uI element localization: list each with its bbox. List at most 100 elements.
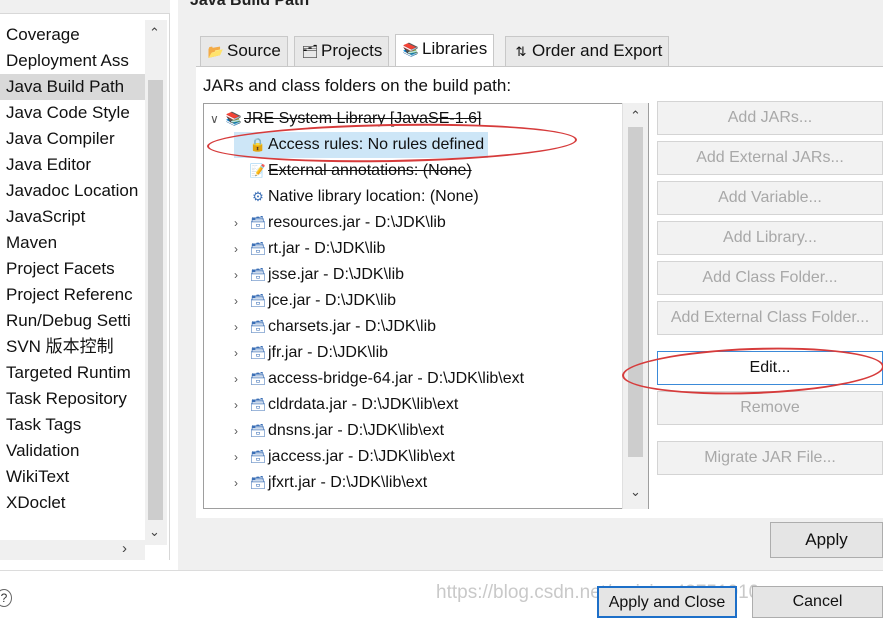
tree-node-jar[interactable]: › 🗃 cldrdata.jar - D:\JDK\lib\ext	[234, 392, 458, 418]
category-item[interactable]: Targeted Runtim	[0, 360, 148, 386]
category-item[interactable]: Task Tags	[0, 412, 148, 438]
add-variable-button[interactable]: Add Variable...	[657, 181, 883, 215]
tree-node-label: access-bridge-64.jar - D:\JDK\lib\ext	[268, 370, 525, 387]
annotations-icon: 📝	[249, 163, 267, 178]
category-item[interactable]: Validation	[0, 438, 148, 464]
category-item[interactable]: Java Code Style	[0, 100, 148, 126]
library-icon: 📚	[225, 111, 243, 126]
expand-right-icon[interactable]: ›	[234, 314, 248, 340]
category-item[interactable]: JavaScript	[0, 204, 148, 230]
category-item[interactable]: Javadoc Location	[0, 178, 148, 204]
expand-right-icon[interactable]: ›	[234, 236, 248, 262]
jar-icon: 🗃	[249, 345, 267, 360]
tree-node-annotations[interactable]: 📝 External annotations: (None)	[234, 158, 472, 184]
add-library-button[interactable]: Add Library...	[657, 221, 883, 255]
apply-and-close-button[interactable]: Apply and Close	[597, 586, 737, 618]
expand-right-icon[interactable]: ›	[234, 418, 248, 444]
category-item[interactable]: Java Build Path	[0, 74, 148, 100]
tree-node-jar[interactable]: › 🗃 jsse.jar - D:\JDK\lib	[234, 262, 404, 288]
tree-vertical-scrollbar[interactable]: ⌃ ⌄	[622, 103, 648, 509]
jar-icon: 🗃	[249, 475, 267, 490]
tree-node-jar[interactable]: › 🗃 charsets.jar - D:\JDK\lib	[234, 314, 436, 340]
tab-label: Libraries	[422, 39, 488, 58]
category-item[interactable]: Java Editor	[0, 152, 148, 178]
scroll-up-icon[interactable]: ⌃	[149, 26, 160, 40]
expand-right-icon[interactable]: ›	[234, 470, 248, 496]
tree-node-jar[interactable]: › 🗃 jaccess.jar - D:\JDK\lib\ext	[234, 444, 455, 470]
category-item[interactable]: XDoclet	[0, 490, 148, 516]
scroll-down-icon[interactable]: ⌄	[149, 525, 160, 539]
edit-button[interactable]: Edit...	[657, 351, 883, 385]
category-horizontal-scrollbar[interactable]: ›	[0, 540, 145, 560]
add-jars-button[interactable]: Add JARs...	[657, 101, 883, 135]
tree-node-jar[interactable]: › 🗃 jfxrt.jar - D:\JDK\lib\ext	[234, 470, 427, 496]
expand-right-icon[interactable]: ›	[234, 210, 248, 236]
jar-icon: 🗃	[249, 293, 267, 308]
category-panel-header	[0, 0, 170, 14]
add-class-folder-button[interactable]: Add Class Folder...	[657, 261, 883, 295]
tree-node-label: charsets.jar - D:\JDK\lib	[268, 318, 437, 335]
expand-right-icon[interactable]: ›	[234, 340, 248, 366]
add-external-class-folder-button[interactable]: Add External Class Folder...	[657, 301, 883, 335]
tree-node-label: External annotations: (None)	[268, 162, 472, 179]
expand-right-icon[interactable]: ›	[234, 392, 248, 418]
access-rules-icon: 🔒	[249, 137, 267, 152]
expand-right-icon[interactable]: ›	[234, 288, 248, 314]
add-external-jars-button[interactable]: Add External JARs...	[657, 141, 883, 175]
tab-source[interactable]: 📂 Source	[200, 36, 288, 66]
tree-node-jar[interactable]: › 🗃 access-bridge-64.jar - D:\JDK\lib\ext	[234, 366, 524, 392]
category-item[interactable]: Maven	[0, 230, 148, 256]
category-item[interactable]: Coverage	[0, 22, 148, 48]
tab-order-and-export[interactable]: ⇅ Order and Export	[505, 36, 670, 66]
tree-node-jar[interactable]: › 🗃 dnsns.jar - D:\JDK\lib\ext	[234, 418, 444, 444]
category-item[interactable]: Project Referenc	[0, 282, 148, 308]
tree-node-jar[interactable]: › 🗃 jce.jar - D:\JDK\lib	[234, 288, 396, 314]
tree-node-jre-library[interactable]: ∨ 📚 JRE System Library [JavaSE-1.6]	[210, 106, 481, 132]
category-scroll-thumb[interactable]	[148, 80, 163, 520]
tree-node-label: Native library location: (None)	[268, 188, 479, 205]
category-vertical-scrollbar[interactable]: ⌃ ⌄	[145, 20, 167, 545]
category-item[interactable]: SVN 版本控制	[0, 334, 148, 360]
migrate-jar-button[interactable]: Migrate JAR File...	[657, 441, 883, 475]
expand-right-icon[interactable]: ›	[234, 262, 248, 288]
cancel-button[interactable]: Cancel	[752, 586, 883, 618]
remove-button[interactable]: Remove	[657, 391, 883, 425]
tab-libraries[interactable]: 📚 Libraries	[395, 34, 495, 66]
tree-node-label: JRE System Library [JavaSE-1.6]	[244, 110, 482, 127]
footer-separator	[0, 570, 883, 571]
jar-icon: 🗃	[249, 241, 267, 256]
jar-icon: 🗃	[249, 267, 267, 282]
native-library-icon: ⚙	[252, 189, 264, 204]
tree-scroll-down-icon[interactable]: ⌄	[630, 485, 641, 499]
category-item[interactable]: Task Repository	[0, 386, 148, 412]
projects-icon: 🗂	[301, 44, 319, 59]
category-item[interactable]: Run/Debug Setti	[0, 308, 148, 334]
tab-label: Projects	[321, 41, 383, 60]
help-icon[interactable]: ?	[0, 589, 12, 607]
scroll-right-icon[interactable]: ›	[122, 541, 127, 556]
jars-label: JARs and class folders on the build path…	[203, 76, 512, 95]
tree-node-jar[interactable]: › 🗃 resources.jar - D:\JDK\lib	[234, 210, 446, 236]
build-path-tree[interactable]: ∨ 📚 JRE System Library [JavaSE-1.6] 🔒 Access…	[203, 103, 649, 509]
tree-node-native-library[interactable]: ⚙ Native library location: (None)	[234, 184, 479, 210]
jar-icon: 🗃	[249, 215, 267, 230]
expand-right-icon[interactable]: ›	[234, 366, 248, 392]
tree-node-jar[interactable]: › 🗃 rt.jar - D:\JDK\lib	[234, 236, 385, 262]
tree-node-label: dnsns.jar - D:\JDK\lib\ext	[268, 422, 445, 439]
tab-projects[interactable]: 🗂 Projects	[294, 36, 390, 66]
tree-node-jar[interactable]: › 🗃 jfr.jar - D:\JDK\lib	[234, 340, 388, 366]
expand-down-icon[interactable]: ∨	[210, 106, 224, 132]
apply-button[interactable]: Apply	[770, 522, 883, 558]
category-item[interactable]: WikiText	[0, 464, 148, 490]
category-item[interactable]: Project Facets	[0, 256, 148, 282]
category-item[interactable]: Java Compiler	[0, 126, 148, 152]
tree-node-access-rules[interactable]: 🔒 Access rules: No rules defined	[234, 132, 489, 158]
libraries-icon: 📚	[402, 42, 420, 57]
category-item[interactable]: Deployment Ass	[0, 48, 148, 74]
category-panel: Coverage Deployment Ass Java Build Path Jav…	[0, 0, 170, 560]
tree-scroll-up-icon[interactable]: ⌃	[630, 109, 641, 123]
expand-right-icon[interactable]: ›	[234, 444, 248, 470]
category-list: Coverage Deployment Ass Java Build Path Jav…	[0, 22, 148, 516]
tree-scroll-thumb[interactable]	[628, 127, 643, 457]
tree-node-label: jaccess.jar - D:\JDK\lib\ext	[268, 448, 455, 465]
